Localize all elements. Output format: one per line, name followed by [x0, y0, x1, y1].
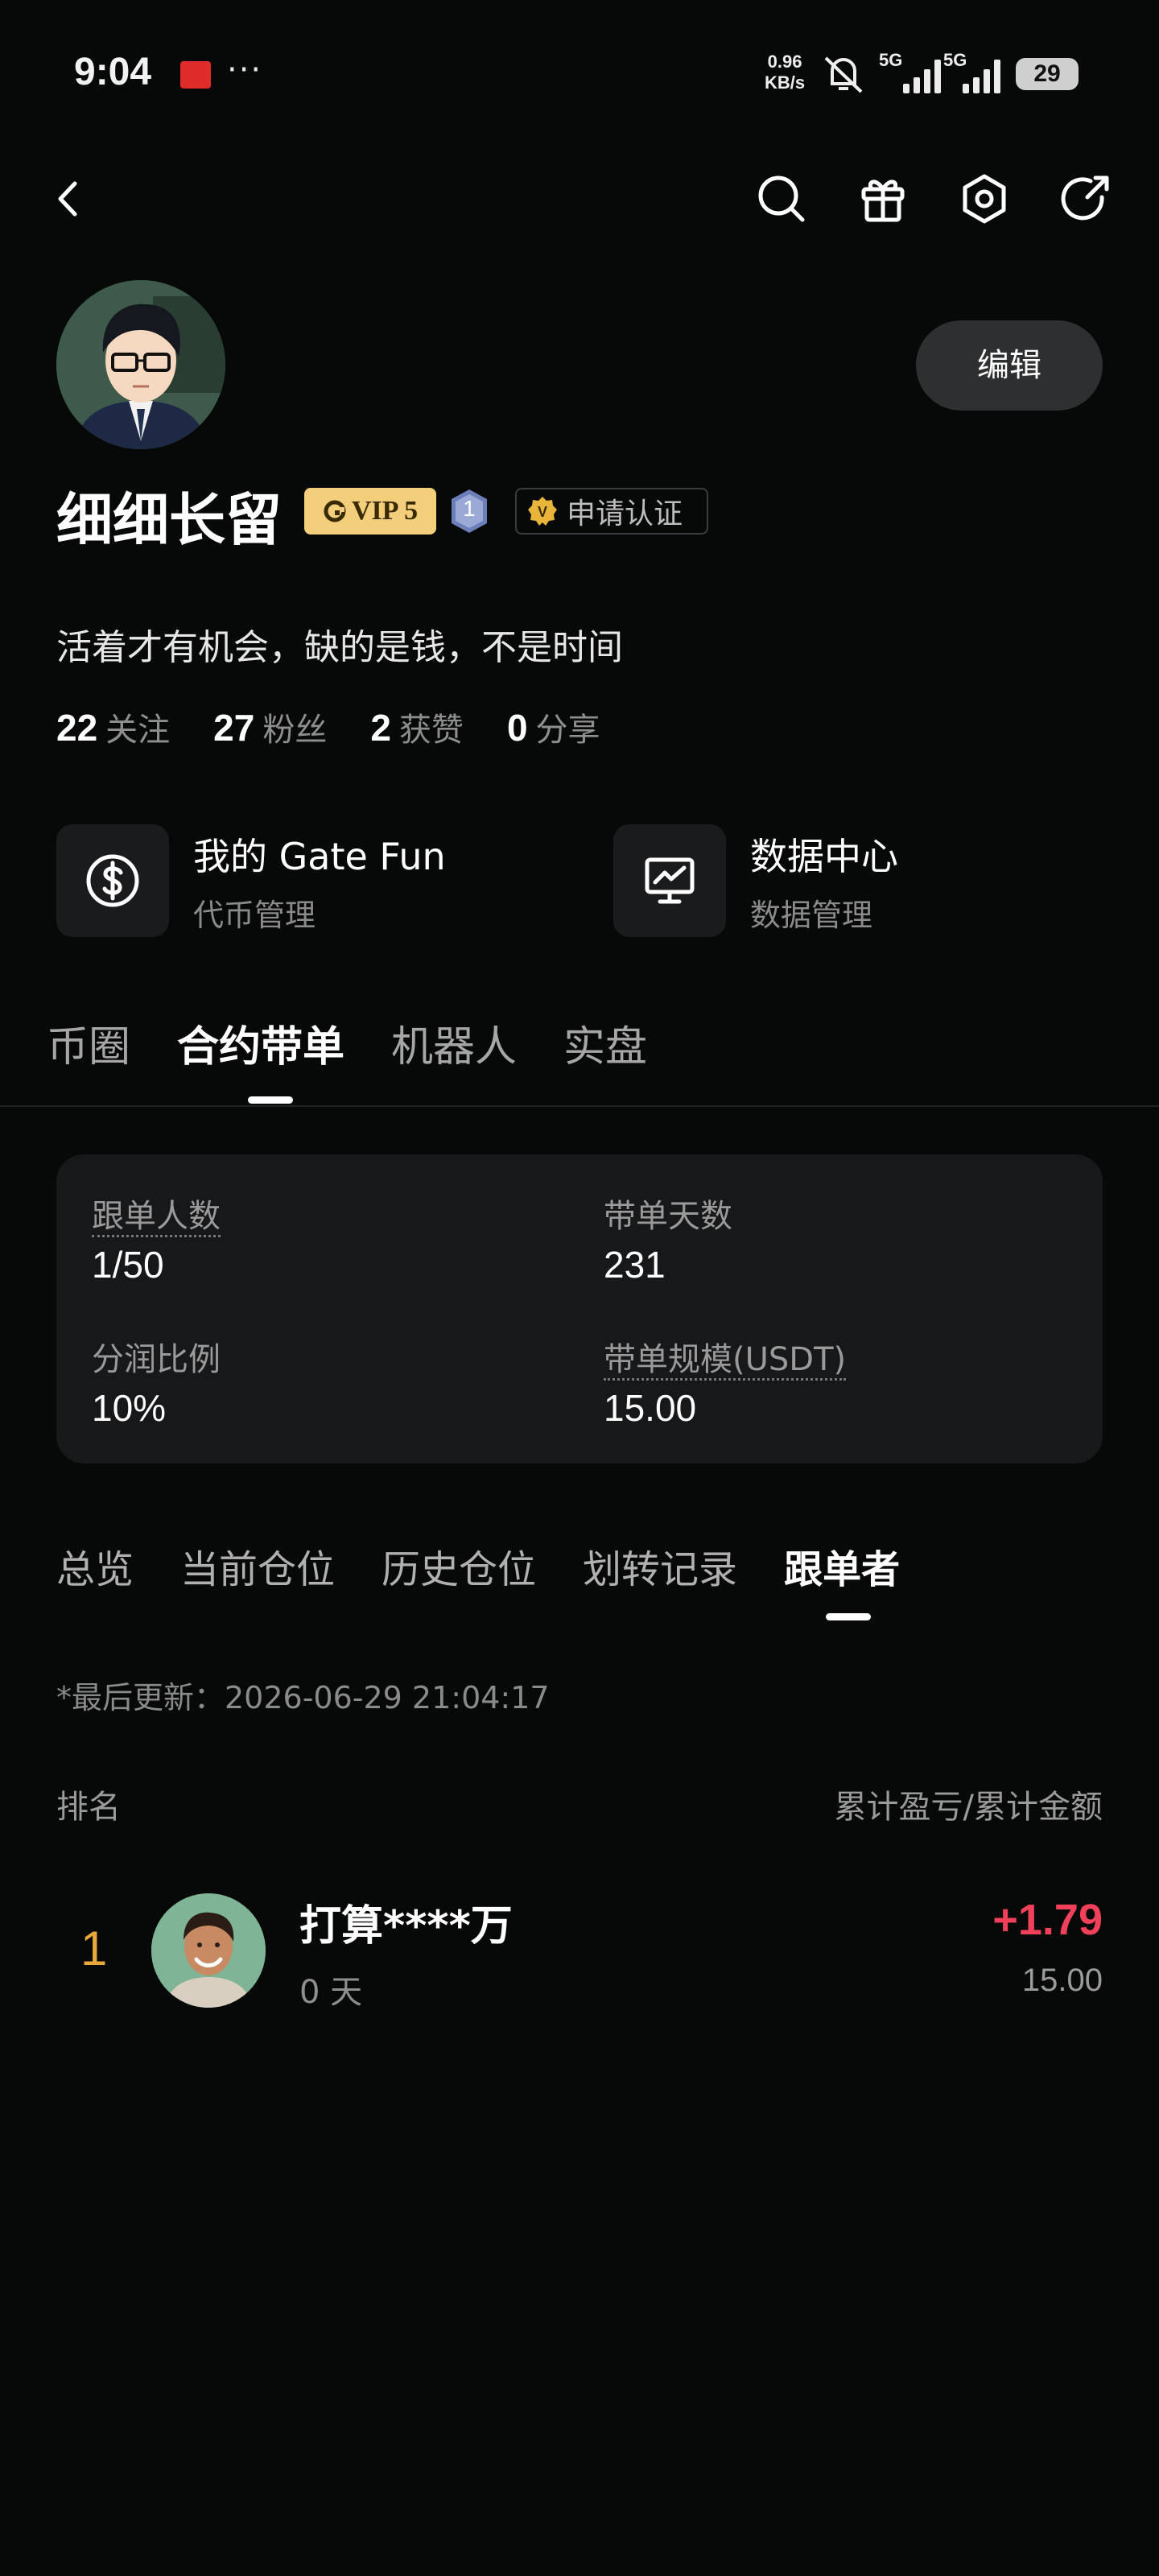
list-header-rank: 排名: [56, 1789, 121, 1826]
tab-current-positions[interactable]: 当前仓位: [180, 1538, 335, 1594]
profit-share-label: 分润比例: [92, 1341, 221, 1378]
follower-avatar: [151, 1893, 266, 2008]
username: 细细长留: [56, 487, 282, 553]
profit-share-value: 10%: [92, 1387, 167, 1429]
vip-label: VIP 5: [351, 496, 419, 526]
gift-button[interactable]: [855, 171, 911, 227]
stat-following-count: 22: [56, 707, 98, 749]
search-button[interactable]: [753, 171, 810, 227]
follower-amount: 15.00: [1021, 1963, 1103, 1998]
followers-label[interactable]: 跟单人数: [92, 1198, 221, 1237]
main-tab-indicator: [248, 1096, 293, 1104]
level-badge[interactable]: 1: [449, 488, 489, 535]
scale-value: 15.00: [604, 1387, 697, 1429]
tab-coin-circle[interactable]: 币圈: [47, 1013, 130, 1073]
vip-logo-icon: [324, 500, 346, 522]
list-header-pnl-amount: 累计盈亏/累计金额: [834, 1789, 1103, 1826]
tab-overview[interactable]: 总览: [56, 1538, 134, 1594]
main-tabs: 币圈 合约带单 机器人 实盘: [47, 1013, 647, 1073]
followers-stat: 跟单人数 1/50: [92, 1190, 221, 1286]
gate-fun-title: 我的 Gate Fun: [193, 834, 446, 878]
verified-v-icon: V: [528, 497, 557, 526]
data-center-link[interactable]: 数据中心 数据管理: [613, 824, 898, 937]
tab-copy-trading[interactable]: 合约带单: [177, 1013, 344, 1073]
stat-fans[interactable]: 27 粉丝: [213, 704, 327, 750]
gate-fun-link[interactable]: 我的 Gate Fun 代币管理: [56, 824, 446, 937]
follower-pnl: +1.79: [992, 1896, 1103, 1944]
tabs-divider: [0, 1105, 1159, 1107]
back-button[interactable]: [40, 171, 97, 227]
stat-shares-count: 0: [506, 707, 528, 749]
gift-icon: [861, 180, 905, 222]
last-updated: *最后更新：2026-06-29 21:04:17: [56, 1680, 550, 1715]
network-speed-unit: KB/s: [765, 72, 806, 93]
days-stat: 带单天数 231: [604, 1190, 732, 1286]
stat-likes-count: 2: [370, 707, 391, 749]
mute-icon: [821, 52, 866, 100]
follower-rank: 1: [80, 1922, 108, 1975]
profile-stats: 22 关注 27 粉丝 2 获赞 0 分享: [56, 704, 600, 750]
tab-followers[interactable]: 跟单者: [784, 1538, 900, 1594]
settings-button[interactable]: [956, 171, 1013, 227]
followers-value: 1/50: [92, 1244, 164, 1286]
stat-likes[interactable]: 2 获赞: [370, 704, 464, 750]
tab-transfer-records[interactable]: 划转记录: [583, 1538, 737, 1594]
sub-tabs: 总览 当前仓位 历史仓位 划转记录 跟单者: [56, 1538, 900, 1594]
signal-bars-1-icon: [903, 58, 941, 93]
gate-fun-subtitle: 代币管理: [193, 897, 316, 933]
share-icon: [1061, 175, 1109, 221]
network-type-1: 5G: [879, 50, 903, 70]
share-button[interactable]: [1058, 171, 1114, 227]
days-value: 231: [604, 1244, 666, 1286]
signal-1: 5G: [879, 50, 902, 71]
follower-name: 打算****万: [299, 1902, 513, 1951]
stat-shares[interactable]: 0 分享: [507, 704, 600, 750]
copy-stats-card: 跟单人数 1/50 带单天数 231 分润比例 10% 带单规模(USDT) 1…: [56, 1154, 1103, 1463]
network-speed-value: 0.96: [767, 52, 802, 72]
tab-history-positions[interactable]: 历史仓位: [382, 1538, 536, 1594]
tab-live[interactable]: 实盘: [563, 1013, 647, 1073]
apply-verification-button[interactable]: V 申请认证: [515, 488, 708, 535]
chart-monitor-icon: [613, 824, 726, 937]
stat-fans-label: 粉丝: [262, 712, 328, 749]
profile-bio: 活着才有机会，缺的是钱，不是时间: [56, 627, 623, 668]
data-center-subtitle: 数据管理: [750, 897, 873, 933]
scale-label[interactable]: 带单规模(USDT): [604, 1341, 847, 1381]
stat-likes-label: 获赞: [398, 712, 464, 749]
dollar-circle-icon: [56, 824, 169, 937]
more-notifications-icon: ···: [227, 52, 263, 89]
stat-shares-label: 分享: [535, 712, 600, 749]
stat-following[interactable]: 22 关注: [56, 704, 170, 750]
data-center-title: 数据中心: [750, 834, 898, 878]
follower-days: 0 天: [299, 1974, 363, 2011]
days-label: 带单天数: [604, 1198, 732, 1235]
chevron-left-icon: [58, 181, 77, 217]
stat-fans-count: 27: [213, 707, 255, 749]
network-speed: 0.96 KB/s: [765, 52, 805, 93]
app-notification-icon: [180, 61, 211, 89]
status-time: 9:04: [74, 51, 152, 93]
svg-text:V: V: [538, 504, 547, 520]
stat-following-label: 关注: [105, 712, 171, 749]
verify-label: 申请认证: [567, 497, 683, 530]
tab-bots[interactable]: 机器人: [391, 1013, 517, 1073]
signal-bars-2-icon: [963, 58, 1000, 93]
edit-profile-button[interactable]: 编辑: [916, 320, 1103, 411]
hexagon-settings-icon: [963, 174, 1006, 224]
profit-share-stat: 分润比例 10%: [92, 1333, 221, 1430]
battery-indicator: 29: [1016, 58, 1079, 90]
sub-tab-indicator: [826, 1613, 871, 1620]
level-number: 1: [463, 496, 476, 521]
search-icon: [758, 175, 805, 222]
vip-badge[interactable]: VIP 5: [304, 488, 436, 535]
scale-stat: 带单规模(USDT) 15.00: [604, 1333, 847, 1430]
avatar[interactable]: [56, 280, 225, 449]
